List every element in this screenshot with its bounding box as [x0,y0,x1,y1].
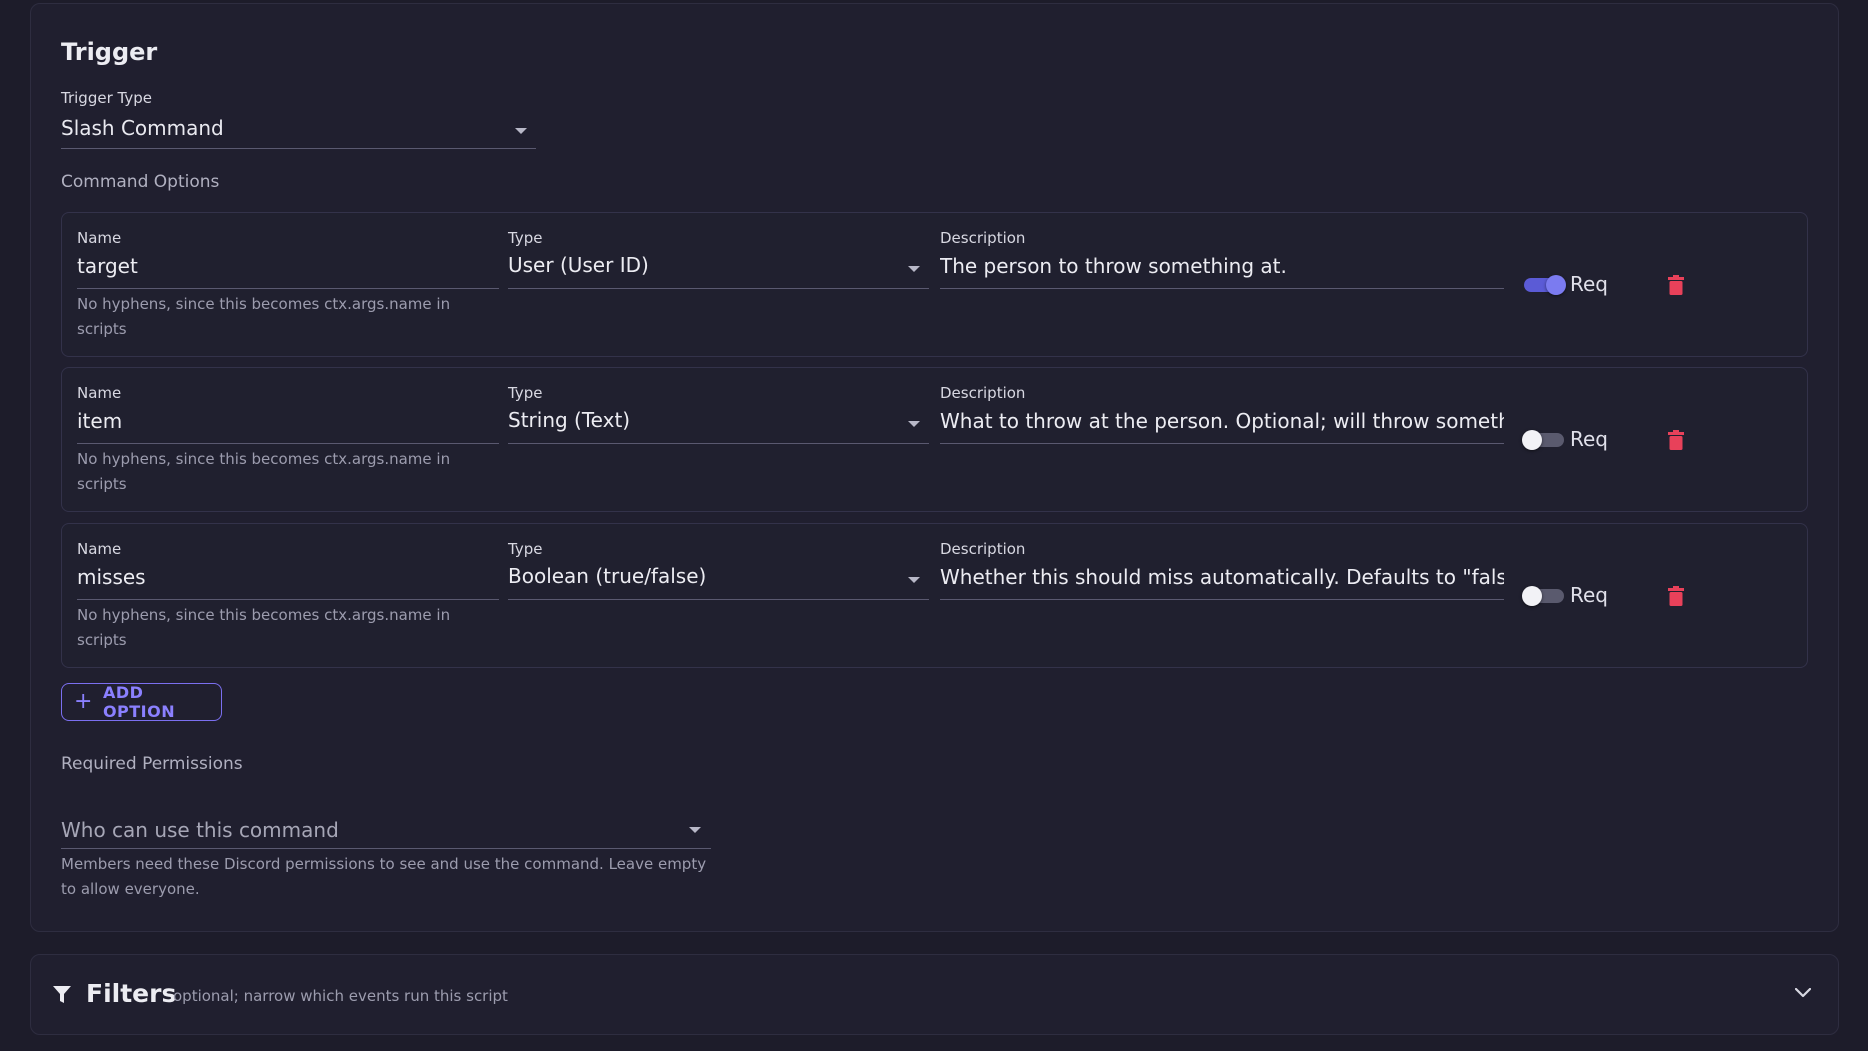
trigger-type-select[interactable]: Slash Command [61,112,536,150]
caret-down-icon [908,577,920,583]
caret-down-icon [908,266,920,272]
option-description-input[interactable]: Whether this should miss automatically. … [940,562,1504,600]
option-type-value: String (Text) [508,408,631,432]
name-label: Name [77,229,122,247]
trigger-type-value: Slash Command [61,116,224,140]
option-name-value: misses [77,565,146,589]
option-type-select[interactable]: Boolean (true/false) [508,562,929,600]
add-option-button[interactable]: + ADD OPTION [61,683,222,721]
plus-icon: + [74,689,93,714]
option-type-value: User (User ID) [508,253,649,277]
permissions-helper-text: Members need these Discord permissions t… [61,855,707,898]
trash-icon[interactable] [1668,586,1684,606]
caret-down-icon [908,421,920,427]
option-type-select[interactable]: User (User ID) [508,251,929,289]
type-label: Type [508,229,543,247]
required-label: Req [1570,272,1608,296]
option-description-input[interactable]: The person to throw something at. [940,251,1504,289]
add-option-label: ADD OPTION [102,683,176,721]
required-permissions-label: Required Permissions [61,754,243,774]
type-label: Type [508,540,543,558]
trash-icon[interactable] [1668,430,1684,450]
description-label: Description [940,540,1026,558]
filter-icon [53,986,71,1003]
command-option-card: Name target No hyphens, since this becom… [61,212,1808,357]
option-description-value: The person to throw something at. [940,254,1287,278]
permissions-placeholder: Who can use this command [61,818,339,842]
command-option-card: Name item No hyphens, since this becomes… [61,367,1808,512]
command-option-card: Name misses No hyphens, since this becom… [61,523,1808,668]
filters-section[interactable]: Filters optional; narrow which events ru… [30,954,1839,1035]
required-toggle[interactable] [1524,275,1566,295]
filters-title: Filters [86,979,177,1008]
command-options-label: Command Options [61,172,220,192]
required-label: Req [1570,427,1608,451]
caret-down-icon [515,128,527,134]
option-name-input[interactable]: misses [77,562,499,600]
required-toggle[interactable] [1522,586,1564,606]
option-name-value: item [77,409,123,433]
trigger-title: Trigger [61,38,158,66]
filters-subtitle: optional; narrow which events run this s… [173,987,508,1005]
name-helper-text: No hyphens, since this becomes ctx.args.… [77,606,451,649]
option-description-value: Whether this should miss automatically. … [940,565,1504,589]
type-label: Type [508,384,543,402]
option-name-input[interactable]: item [77,406,499,444]
name-helper-text: No hyphens, since this becomes ctx.args.… [77,450,451,493]
required-label: Req [1570,583,1608,607]
description-label: Description [940,229,1026,247]
name-label: Name [77,384,122,402]
option-type-value: Boolean (true/false) [508,564,707,588]
required-toggle[interactable] [1522,430,1564,450]
trigger-type-label: Trigger Type [61,89,152,107]
name-helper-text: No hyphens, since this becomes ctx.args.… [77,295,451,338]
option-name-input[interactable]: target [77,251,499,289]
name-label: Name [77,540,122,558]
trash-icon[interactable] [1668,275,1684,295]
permissions-select[interactable]: Who can use this command [61,815,711,855]
chevron-down-icon[interactable] [1795,988,1811,998]
description-label: Description [940,384,1026,402]
option-description-input[interactable]: What to throw at the person. Optional; w… [940,406,1504,444]
caret-down-icon [689,827,701,833]
option-type-select[interactable]: String (Text) [508,406,929,444]
option-description-value: What to throw at the person. Optional; w… [940,409,1504,433]
option-name-value: target [77,254,138,278]
